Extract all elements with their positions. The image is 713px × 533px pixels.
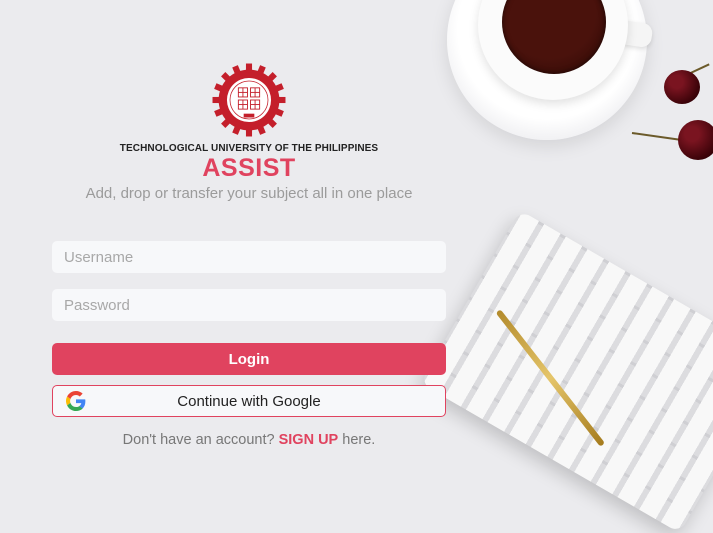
google-login-button[interactable]: Continue with Google xyxy=(52,385,446,417)
google-button-label: Continue with Google xyxy=(177,393,321,410)
cherry-image xyxy=(664,70,700,104)
password-input[interactable] xyxy=(52,289,446,321)
signup-prefix: Don't have an account? xyxy=(122,432,275,448)
app-tagline: Add, drop or transfer your subject all i… xyxy=(85,185,413,202)
login-button[interactable]: Login xyxy=(52,343,446,375)
university-logo xyxy=(211,62,287,138)
signup-link[interactable]: SIGN UP xyxy=(279,432,339,448)
signup-suffix: here. xyxy=(342,432,376,448)
username-input[interactable] xyxy=(52,241,446,273)
app-title: ASSIST xyxy=(202,154,296,182)
google-g-icon xyxy=(66,391,86,411)
keyboard-image xyxy=(420,210,713,533)
cherry-image xyxy=(678,120,713,160)
signup-prompt: Don't have an account? SIGN UP here. xyxy=(0,432,498,448)
university-name: TECHNOLOGICAL UNIVERSITY OF THE PHILIPPI… xyxy=(119,143,379,154)
cherry-stem-image xyxy=(631,132,684,142)
